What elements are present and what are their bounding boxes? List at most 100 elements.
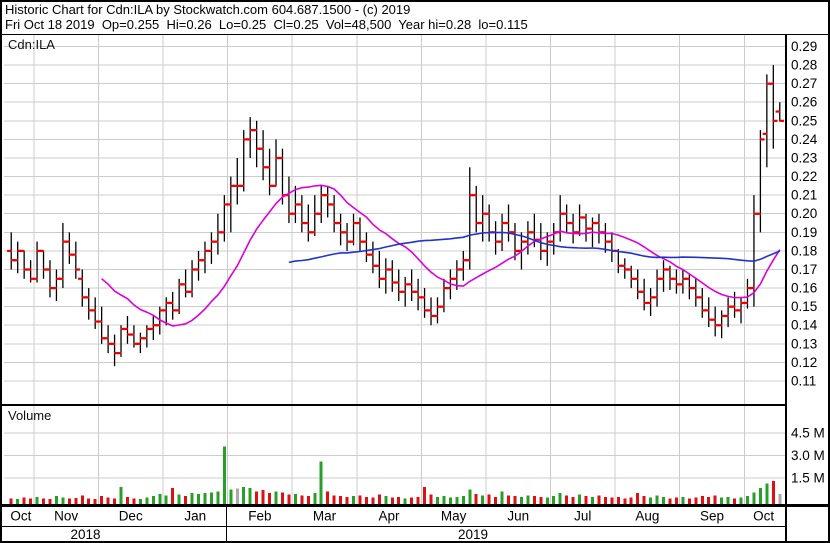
volume-bar bbox=[222, 446, 226, 506]
short-ma-line bbox=[101, 184, 781, 327]
volume-bar bbox=[597, 495, 601, 506]
volume-bar bbox=[326, 491, 330, 506]
price-tick-label: 0.20 bbox=[791, 206, 817, 221]
volume-bar bbox=[474, 493, 478, 506]
volume-bar bbox=[242, 487, 246, 506]
header-quote-line: Fri Oct 18 2019 Op=0.255 Hi=0.26 Lo=0.25… bbox=[5, 17, 528, 32]
volume-bar bbox=[287, 494, 291, 506]
price-axis-labels: 0.29 0.28 0.27 0.26 0.25 0.24 0.23 0.22 0.21 0.20… bbox=[791, 39, 818, 388]
volume-bar bbox=[209, 492, 213, 506]
volume-bar bbox=[80, 495, 84, 506]
volume-bar bbox=[578, 494, 582, 506]
volume-bar bbox=[248, 487, 252, 506]
volume-bar bbox=[771, 481, 775, 506]
volume-bar bbox=[778, 493, 782, 506]
month-label: Oct bbox=[753, 509, 774, 524]
volume-bar bbox=[423, 487, 427, 506]
volume-pane-label: Volume bbox=[8, 408, 52, 423]
month-label: Oct bbox=[10, 509, 31, 524]
month-label: Sep bbox=[700, 509, 724, 524]
volume-bar bbox=[558, 493, 562, 506]
price-tick-label: 0.24 bbox=[791, 132, 818, 147]
volume-bar bbox=[177, 494, 181, 506]
month-label: May bbox=[441, 509, 467, 524]
volume-bar bbox=[377, 494, 381, 506]
price-tick-label: 0.17 bbox=[791, 262, 817, 277]
volume-bar bbox=[765, 483, 769, 506]
volume-tick-label: 1.5 M bbox=[791, 471, 825, 486]
month-label: Feb bbox=[248, 509, 271, 524]
month-label: Nov bbox=[54, 509, 78, 524]
month-label: Apr bbox=[379, 509, 401, 524]
price-tick-label: 0.28 bbox=[791, 58, 817, 73]
month-label: Jan bbox=[184, 509, 206, 524]
year-labels: 2018 2019 bbox=[70, 527, 488, 542]
volume-axis-labels: 4.5 M 3.0 M 1.5 M bbox=[791, 426, 825, 486]
volume-bar bbox=[119, 487, 123, 506]
volume-bar bbox=[655, 495, 659, 506]
stock-chart-window: Historic Chart for Cdn:ILA by Stockwatch… bbox=[0, 0, 830, 543]
price-tick-label: 0.16 bbox=[791, 281, 817, 296]
volume-bar bbox=[158, 493, 162, 506]
price-bars bbox=[7, 65, 784, 367]
volume-bar bbox=[713, 495, 717, 506]
month-label: Aug bbox=[635, 509, 659, 524]
volume-tick-label: 3.0 M bbox=[791, 448, 825, 463]
volume-bar bbox=[190, 493, 194, 506]
price-tick-label: 0.15 bbox=[791, 299, 817, 314]
header-title: Historic Chart for Cdn:ILA by Stockwatch… bbox=[5, 2, 411, 17]
volume-bar bbox=[636, 493, 640, 506]
volume-bar bbox=[164, 495, 168, 506]
volume-bar bbox=[332, 495, 336, 506]
volume-bar bbox=[255, 491, 259, 506]
month-label: Jul bbox=[574, 509, 591, 524]
volume-bar bbox=[280, 492, 284, 506]
symbol-label: Cdn:ILA bbox=[8, 37, 55, 52]
volume-bar bbox=[752, 492, 756, 506]
year-label: 2019 bbox=[458, 527, 488, 542]
price-tick-label: 0.29 bbox=[791, 39, 817, 54]
price-tick-label: 0.23 bbox=[791, 150, 817, 165]
volume-bar bbox=[216, 491, 220, 506]
volume-bar bbox=[171, 487, 175, 506]
volume-bar bbox=[197, 493, 201, 506]
volume-bar bbox=[468, 489, 472, 506]
month-label: Mar bbox=[313, 509, 337, 524]
volume-bar bbox=[274, 491, 278, 506]
month-label: Jun bbox=[507, 509, 529, 524]
volume-bar bbox=[526, 495, 530, 506]
volume-bar bbox=[203, 493, 207, 506]
volume-bar bbox=[565, 495, 569, 506]
volume-bar bbox=[293, 493, 297, 506]
volume-bar bbox=[500, 491, 504, 506]
price-tick-label: 0.19 bbox=[791, 225, 817, 240]
volume-bar bbox=[313, 493, 317, 506]
volume-tick-label: 4.5 M bbox=[791, 426, 825, 441]
volume-bar bbox=[268, 493, 272, 506]
month-labels: Oct Nov Dec Jan Feb Mar Apr May Jun Jul Aug Sep Oct bbox=[10, 509, 774, 524]
price-tick-label: 0.13 bbox=[791, 336, 817, 351]
price-tick-label: 0.27 bbox=[791, 76, 817, 91]
volume-bar bbox=[481, 495, 485, 506]
price-tick-label: 0.12 bbox=[791, 355, 817, 370]
volume-bar bbox=[319, 461, 323, 506]
price-tick-label: 0.25 bbox=[791, 113, 817, 128]
volume-bar bbox=[261, 490, 265, 506]
year-label: 2018 bbox=[70, 527, 100, 542]
volume-bar bbox=[507, 495, 511, 506]
price-tick-label: 0.21 bbox=[791, 188, 817, 203]
volume-bar bbox=[358, 495, 362, 506]
price-tick-label: 0.11 bbox=[791, 373, 816, 388]
volume-bar bbox=[758, 487, 762, 506]
volume-bar bbox=[229, 489, 233, 506]
volume-bar bbox=[300, 495, 304, 506]
volume-bar bbox=[429, 494, 433, 506]
price-tick-label: 0.22 bbox=[791, 169, 817, 184]
price-volume-chart: 0.29 0.28 0.27 0.26 0.25 0.24 0.23 0.22 0.21 0.20… bbox=[0, 34, 830, 543]
volume-bar bbox=[235, 488, 239, 506]
volume-bar bbox=[487, 494, 491, 506]
price-tick-label: 0.14 bbox=[791, 318, 818, 333]
month-label: Dec bbox=[119, 509, 143, 524]
price-tick-label: 0.18 bbox=[791, 243, 817, 258]
price-tick-label: 0.26 bbox=[791, 95, 817, 110]
